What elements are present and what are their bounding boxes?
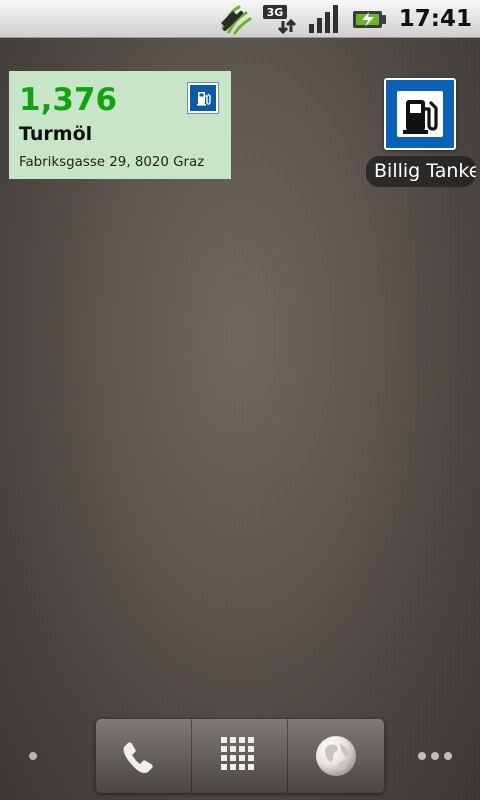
phone-icon (123, 742, 153, 774)
grid-icon (220, 737, 254, 770)
page-indicator-dots (418, 750, 452, 762)
status-time: 17:41 (398, 5, 472, 32)
status-bar: 3G 17:41 (0, 0, 480, 38)
battery-charging-icon (351, 4, 387, 34)
page-dot (431, 752, 439, 760)
network-3g-icon: 3G (262, 4, 297, 34)
fuel-pump-icon (187, 82, 219, 114)
network-type-text: 3G (266, 6, 283, 19)
home-screen: { "status_bar": { "time": "17:41", "netw… (0, 0, 480, 800)
page-indicator-dot (29, 752, 37, 760)
fuel-pump-icon (384, 78, 456, 150)
station-address: Fabriksgasse 29, 8020 Graz (19, 155, 205, 170)
fuel-price-widget[interactable]: 1,376 Turmöl Fabriksgasse 29, 8020 Graz (9, 71, 231, 179)
location-icon (219, 4, 253, 34)
page-dot (444, 752, 452, 760)
phone-button[interactable] (96, 719, 192, 793)
billig-tanken-shortcut[interactable]: Billig Tanke (364, 78, 480, 188)
signal-icon (307, 4, 341, 34)
station-name: Turmöl (19, 123, 93, 145)
page-dot (418, 752, 426, 760)
app-label: Billig Tanke (366, 156, 476, 187)
app-drawer-button[interactable] (192, 719, 288, 793)
dock (96, 719, 384, 793)
browser-button[interactable] (288, 719, 384, 793)
globe-icon (316, 736, 356, 776)
